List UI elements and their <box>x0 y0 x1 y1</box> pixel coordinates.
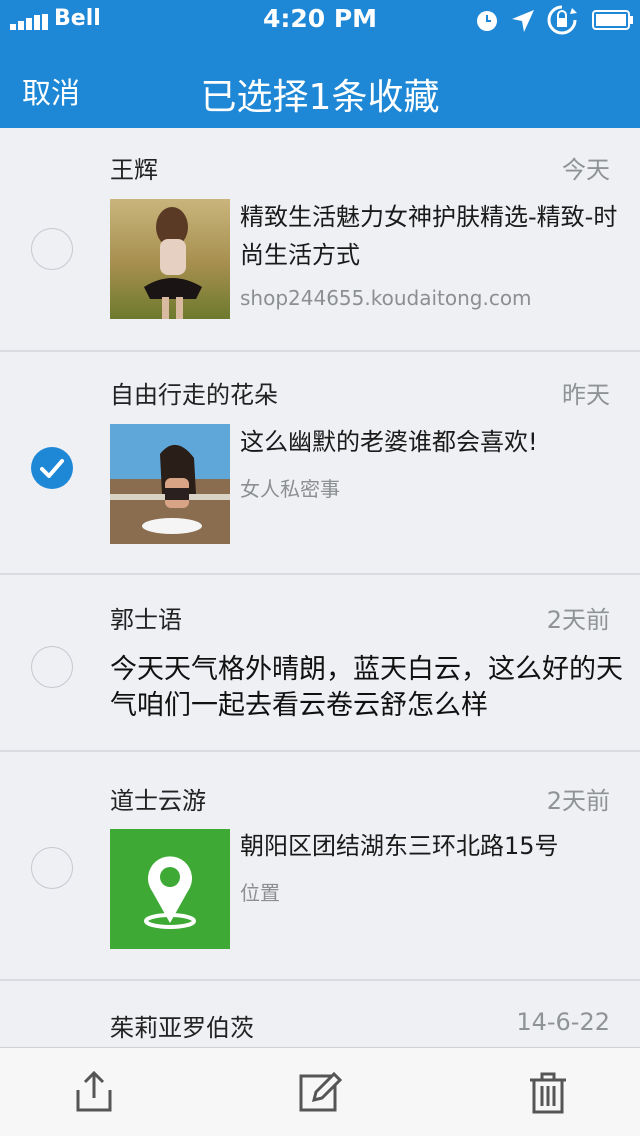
select-radio-checked[interactable] <box>31 447 73 489</box>
select-radio[interactable] <box>31 228 73 270</box>
sender-name: 道士云游 <box>110 787 206 815</box>
list-item[interactable]: 王辉 今天 精致生活魅力女神护肤精选-精致-时尚生活方式 shop244655.… <box>0 128 640 352</box>
item-date: 2天前 <box>546 606 610 634</box>
list-item[interactable]: 道士云游 2天前 朝阳区团结湖东三环北路15号 位置 <box>0 751 640 981</box>
item-date: 2天前 <box>546 787 610 815</box>
location-pin-icon <box>110 829 230 949</box>
select-radio[interactable] <box>31 847 73 889</box>
item-subtitle: shop244655.koudaitong.com <box>240 286 532 310</box>
item-date: 14-6-22 <box>516 1008 610 1036</box>
sender-name: 王辉 <box>110 156 158 184</box>
item-title: 这么幽默的老婆谁都会喜欢! <box>240 428 538 456</box>
select-radio[interactable] <box>31 646 73 688</box>
item-thumbnail <box>110 199 230 319</box>
sender-name: 茱莉亚罗伯茨 <box>110 1014 254 1042</box>
checkmark-icon <box>40 459 64 478</box>
item-title: 朝阳区团结湖东三环北路15号 <box>240 832 559 860</box>
item-thumbnail <box>110 424 230 544</box>
rotation-lock-icon <box>547 5 577 35</box>
item-date: 今天 <box>562 156 610 184</box>
clock-icon <box>477 11 497 31</box>
battery-icon <box>592 10 633 30</box>
page-title: 已选择1条收藏 <box>200 77 440 118</box>
item-text: 今天天气格外晴朗，蓝天白云，这么好的天气咱们一起去看云卷云舒怎么样 <box>110 654 623 721</box>
share-icon[interactable] <box>72 1070 116 1114</box>
item-title: 精致生活魅力女神护肤精选-精致-时尚生活方式 <box>240 203 618 269</box>
item-subtitle: 女人私密事 <box>240 477 340 501</box>
trash-icon[interactable] <box>526 1070 570 1114</box>
item-date: 昨天 <box>562 381 610 409</box>
edit-icon[interactable] <box>298 1070 342 1114</box>
location-icon <box>512 10 534 32</box>
top-bar: Bell 4:20 PM 取消 已选择1条收藏 <box>0 0 640 128</box>
sender-name: 自由行走的花朵 <box>110 381 278 409</box>
sender-name: 郭士语 <box>110 606 182 634</box>
list-item[interactable]: 自由行走的花朵 昨天 这么幽默的老婆谁都会喜欢! 女人私密事 <box>0 351 640 575</box>
status-bar: Bell 4:20 PM <box>0 0 640 40</box>
item-subtitle: 位置 <box>240 881 280 905</box>
list-item[interactable]: 郭士语 2天前 今天天气格外晴朗，蓝天白云，这么好的天气咱们一起去看云卷云舒怎么… <box>0 574 640 752</box>
navigation-bar: 取消 已选择1条收藏 <box>0 40 640 128</box>
bottom-toolbar <box>0 1047 640 1136</box>
